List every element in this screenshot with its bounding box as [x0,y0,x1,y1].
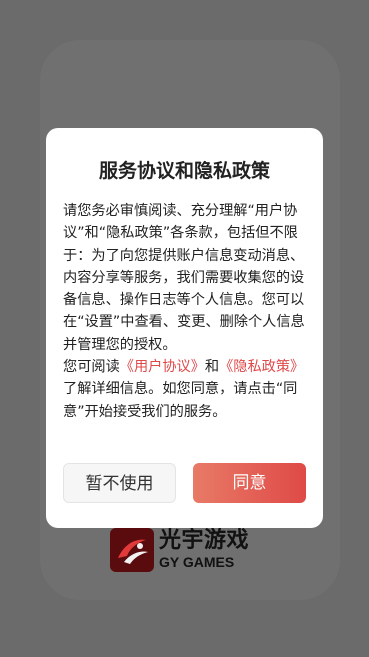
agree-button[interactable]: 同意 [193,463,306,503]
dialog-body: 请您务必审慎阅读、充分理解“用户协议”和“隐私政策”各条款，包括但不限于：为了向… [63,200,309,423]
privacy-dialog: 服务协议和隐私政策 请您务必审慎阅读、充分理解“用户协议”和“隐私政策”各条款，… [46,128,323,528]
links-suffix-text: 了解详细信息。如您同意，请点击“同意”开始接受我们的服务。 [63,381,298,420]
brand-name-en: GY GAMES [159,554,235,570]
dialog-paragraph-links: 您可阅读《用户协议》和《隐私政策》了解详细信息。如您同意，请点击“同意”开始接受… [63,356,309,423]
links-prefix-text: 您可阅读 [63,359,120,376]
screen: 光宇游戏 GY GAMES 服务协议和隐私政策 请您务必审慎阅读、充分理解“用户… [0,0,369,657]
user-agreement-link[interactable]: 《用户协议》 [120,359,205,375]
privacy-policy-link[interactable]: 《隐私政策》 [219,359,304,375]
and-text: 和 [204,359,220,376]
brand-mark-icon [110,528,154,572]
dialog-paragraph-terms: 请您务必审慎阅读、充分理解“用户协议”和“隐私政策”各条款，包括但不限于：为了向… [63,203,305,353]
brand-name-cn: 光宇游戏 [159,528,250,553]
decline-button[interactable]: 暂不使用 [63,463,176,503]
brand-logo: 光宇游戏 GY GAMES [110,528,260,574]
dialog-title: 服务协议和隐私政策 [98,160,270,182]
